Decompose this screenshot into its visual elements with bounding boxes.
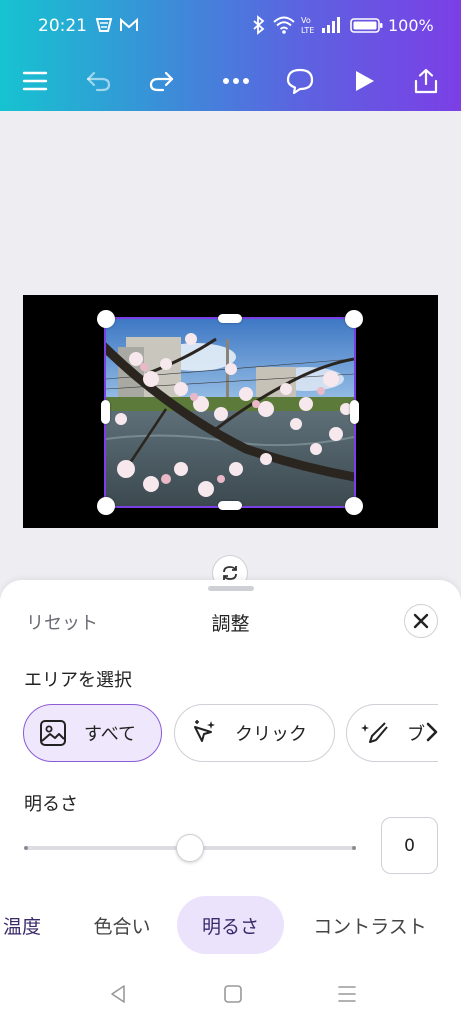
resize-handle-left[interactable]: [101, 400, 110, 424]
slider-max-dot: [352, 846, 356, 850]
design-canvas: [0, 111, 461, 591]
resize-handle-top-left[interactable]: [97, 310, 115, 328]
status-bar: 20:21 Vo LTE 100%: [0, 0, 461, 52]
resize-handle-bottom[interactable]: [218, 501, 242, 510]
fan-notification-icon: [94, 15, 114, 39]
chip-label: クリック: [235, 724, 307, 745]
tab-tint[interactable]: 色合い: [82, 896, 162, 954]
redo-icon[interactable]: [140, 60, 182, 102]
resize-handle-top[interactable]: [218, 314, 242, 323]
svg-text:LTE: LTE: [301, 26, 314, 35]
bluetooth-icon: [252, 15, 266, 39]
comment-icon[interactable]: [279, 60, 321, 102]
editor-toolbar: [0, 52, 461, 111]
chip-all[interactable]: すべて: [23, 704, 162, 762]
battery-percent: 100%: [388, 16, 434, 35]
mail-icon: [119, 15, 139, 39]
wifi-icon: [272, 15, 296, 39]
slider-thumb[interactable]: [176, 834, 204, 862]
image-icon: [38, 718, 68, 748]
design-page[interactable]: [23, 295, 438, 528]
more-icon[interactable]: [215, 60, 257, 102]
sparkle-cursor-icon: [189, 718, 219, 748]
undo-icon[interactable]: [78, 60, 120, 102]
back-icon[interactable]: [104, 980, 132, 1008]
close-button[interactable]: [404, 604, 438, 638]
share-icon[interactable]: [405, 60, 447, 102]
play-icon[interactable]: [343, 60, 385, 102]
system-nav-bar: [0, 964, 461, 1024]
panel-title: 調整: [211, 613, 250, 635]
resize-handle-right[interactable]: [350, 400, 359, 424]
tab-contrast[interactable]: コントラスト: [300, 896, 440, 954]
status-time: 20:21: [38, 16, 87, 36]
brightness-slider[interactable]: [24, 833, 356, 863]
resize-handle-bottom-right[interactable]: [345, 497, 363, 515]
resize-handle-bottom-left[interactable]: [97, 497, 115, 515]
svg-text:Vo: Vo: [301, 16, 311, 25]
brightness-value-input[interactable]: 0: [381, 817, 438, 874]
top-bar: 20:21 Vo LTE 100%: [0, 0, 461, 111]
adjust-panel: リセット 調整 エリアを選択 すべて クリック ブ 明るさ 0 温度 色合い 明…: [0, 580, 461, 1024]
volte-icon: Vo LTE: [300, 14, 316, 40]
signal-icon: [320, 15, 344, 39]
brush-icon: [361, 718, 391, 748]
sheet-grabber[interactable]: [208, 586, 254, 591]
recents-icon[interactable]: [333, 980, 361, 1008]
resize-handle-top-right[interactable]: [345, 310, 363, 328]
chip-label: すべて: [84, 724, 137, 745]
chevron-right-icon[interactable]: [425, 721, 439, 747]
chip-click[interactable]: クリック: [174, 704, 335, 762]
adjust-tabs: 温度 色合い 明るさ コントラスト: [0, 896, 461, 956]
selected-photo[interactable]: [104, 317, 356, 508]
cherry-blossom-photo: [106, 319, 354, 506]
tab-temperature[interactable]: 温度: [0, 896, 46, 954]
home-icon[interactable]: [219, 980, 247, 1008]
brightness-label: 明るさ: [24, 794, 78, 815]
menu-icon[interactable]: [14, 60, 56, 102]
slider-min-dot: [24, 846, 28, 850]
battery-icon: [350, 15, 384, 39]
tab-brightness[interactable]: 明るさ: [177, 896, 284, 954]
close-icon: [413, 613, 429, 629]
select-area-label: エリアを選択: [24, 670, 132, 691]
chip-label: ブ: [407, 724, 425, 745]
